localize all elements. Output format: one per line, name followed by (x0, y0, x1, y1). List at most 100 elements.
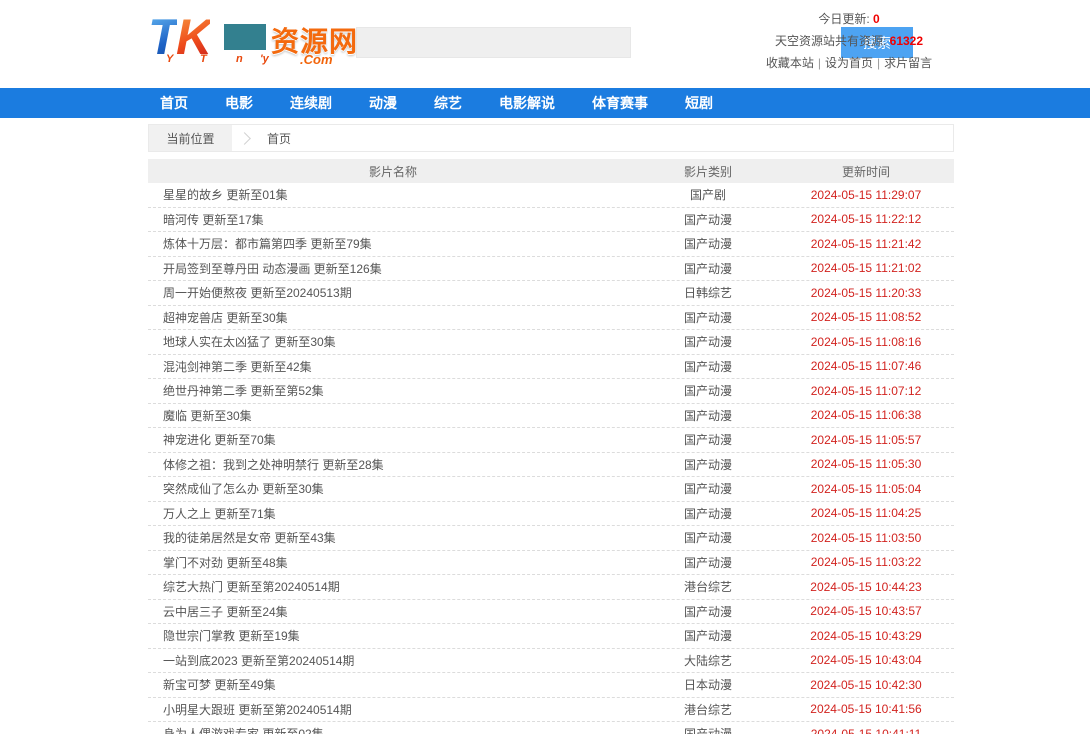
table-row[interactable]: 掌门不对劲 更新至48集 国产动漫 2024-05-15 11:03:22 (148, 551, 954, 576)
logo-teal-block (224, 24, 266, 50)
row-category: 国产动漫 (638, 603, 778, 620)
row-title[interactable]: 综艺大热门 更新至第20240514期 (148, 578, 638, 595)
today-update-line: 今日更新: 0 (744, 8, 954, 30)
nav-item[interactable]: 综艺 (434, 93, 462, 113)
table-row[interactable]: 云中居三子 更新至24集 国产动漫 2024-05-15 10:43:57 (148, 600, 954, 625)
row-update-time: 2024-05-15 11:03:22 (778, 555, 954, 569)
column-header-category: 影片类别 (638, 163, 778, 180)
table-row[interactable]: 我的徒弟居然是女帝 更新至43集 国产动漫 2024-05-15 11:03:5… (148, 526, 954, 551)
table-row[interactable]: 身为人偶游戏专家 更新至02集 国产动漫 2024-05-15 10:41:11 (148, 722, 954, 734)
row-category: 国产动漫 (638, 554, 778, 571)
row-category: 国产动漫 (638, 358, 778, 375)
row-title[interactable]: 周一开始便熬夜 更新至20240513期 (148, 284, 638, 301)
row-title[interactable]: 混沌剑神第二季 更新至42集 (148, 358, 638, 375)
table-row[interactable]: 开局签到至尊丹田 动态漫画 更新至126集 国产动漫 2024-05-15 11… (148, 257, 954, 282)
row-title[interactable]: 掌门不对劲 更新至48集 (148, 554, 638, 571)
site-stats: 今日更新: 0 天空资源站共有资源: 61322 收藏本站|设为首页|求片留言 (744, 8, 954, 74)
row-category: 国产动漫 (638, 211, 778, 228)
table-row[interactable]: 魔临 更新至30集 国产动漫 2024-05-15 11:06:38 (148, 404, 954, 429)
table-row[interactable]: 炼体十万层：都市篇第四季 更新至79集 国产动漫 2024-05-15 11:2… (148, 232, 954, 257)
row-title[interactable]: 开局签到至尊丹田 动态漫画 更新至126集 (148, 260, 638, 277)
nav-item[interactable]: 首页 (160, 93, 188, 113)
table-row[interactable]: 新宝可梦 更新至49集 日本动漫 2024-05-15 10:42:30 (148, 673, 954, 698)
table-row[interactable]: 星星的故乡 更新至01集 国产剧 2024-05-15 11:29:07 (148, 183, 954, 208)
row-update-time: 2024-05-15 11:08:16 (778, 335, 954, 349)
table-row[interactable]: 一站到底2023 更新至第20240514期 大陆综艺 2024-05-15 1… (148, 649, 954, 674)
table-row[interactable]: 突然成仙了怎么办 更新至30集 国产动漫 2024-05-15 11:05:04 (148, 477, 954, 502)
table-body: 星星的故乡 更新至01集 国产剧 2024-05-15 11:29:07 暗河传… (148, 183, 954, 734)
nav-item[interactable]: 电影 (225, 93, 253, 113)
table-row[interactable]: 绝世丹神第二季 更新至第52集 国产动漫 2024-05-15 11:07:12 (148, 379, 954, 404)
nav-item[interactable]: 体育赛事 (592, 93, 648, 113)
row-update-time: 2024-05-15 11:04:25 (778, 506, 954, 520)
favorite-site-link[interactable]: 收藏本站 (766, 56, 814, 70)
row-title[interactable]: 一站到底2023 更新至第20240514期 (148, 652, 638, 669)
row-title[interactable]: 新宝可梦 更新至49集 (148, 676, 638, 693)
table-row[interactable]: 周一开始便熬夜 更新至20240513期 日韩综艺 2024-05-15 11:… (148, 281, 954, 306)
row-title[interactable]: 绝世丹神第二季 更新至第52集 (148, 382, 638, 399)
table-row[interactable]: 地球人实在太凶猛了 更新至30集 国产动漫 2024-05-15 11:08:1… (148, 330, 954, 355)
row-title[interactable]: 星星的故乡 更新至01集 (148, 186, 638, 203)
row-title[interactable]: 万人之上 更新至71集 (148, 505, 638, 522)
table-header: 影片名称 影片类别 更新时间 (148, 159, 954, 183)
logo-fragment: n (236, 53, 243, 65)
row-title[interactable]: 身为人偶游戏专家 更新至02集 (148, 725, 638, 734)
link-separator: | (877, 56, 880, 70)
row-category: 国产动漫 (638, 725, 778, 734)
row-category: 港台综艺 (638, 701, 778, 718)
row-update-time: 2024-05-15 11:05:57 (778, 433, 954, 447)
row-title[interactable]: 云中居三子 更新至24集 (148, 603, 638, 620)
row-title[interactable]: 我的徒弟居然是女帝 更新至43集 (148, 529, 638, 546)
chevron-right-icon (238, 132, 251, 145)
row-update-time: 2024-05-15 11:21:02 (778, 261, 954, 275)
row-update-time: 2024-05-15 11:08:52 (778, 310, 954, 324)
row-title[interactable]: 体修之祖：我到之处神明禁行 更新至28集 (148, 456, 638, 473)
table-row[interactable]: 小明星大跟班 更新至第20240514期 港台综艺 2024-05-15 10:… (148, 698, 954, 723)
table-row[interactable]: 混沌剑神第二季 更新至42集 国产动漫 2024-05-15 11:07:46 (148, 355, 954, 380)
row-update-time: 2024-05-15 10:43:29 (778, 629, 954, 643)
row-category: 国产动漫 (638, 407, 778, 424)
row-title[interactable]: 隐世宗门掌教 更新至19集 (148, 627, 638, 644)
row-category: 国产动漫 (638, 333, 778, 350)
row-title[interactable]: 突然成仙了怎么办 更新至30集 (148, 480, 638, 497)
table-row[interactable]: 综艺大热门 更新至第20240514期 港台综艺 2024-05-15 10:4… (148, 575, 954, 600)
table-row[interactable]: 超神宠兽店 更新至30集 国产动漫 2024-05-15 11:08:52 (148, 306, 954, 331)
site-logo[interactable]: T K 资源网 .Com Y T n 'y (148, 6, 363, 68)
row-update-time: 2024-05-15 11:05:30 (778, 457, 954, 471)
row-title[interactable]: 超神宠兽店 更新至30集 (148, 309, 638, 326)
breadcrumb: 当前位置 首页 (148, 124, 954, 152)
row-title[interactable]: 小明星大跟班 更新至第20240514期 (148, 701, 638, 718)
breadcrumb-current-home[interactable]: 首页 (267, 130, 291, 147)
row-category: 国产动漫 (638, 529, 778, 546)
row-update-time: 2024-05-15 11:20:33 (778, 286, 954, 300)
row-category: 国产动漫 (638, 235, 778, 252)
row-title[interactable]: 炼体十万层：都市篇第四季 更新至79集 (148, 235, 638, 252)
set-homepage-link[interactable]: 设为首页 (825, 56, 873, 70)
row-update-time: 2024-05-15 11:07:46 (778, 359, 954, 373)
nav-item[interactable]: 动漫 (369, 93, 397, 113)
nav-item[interactable]: 短剧 (685, 93, 713, 113)
nav-item[interactable]: 连续剧 (290, 93, 332, 113)
column-header-name: 影片名称 (148, 163, 638, 180)
site-header: T K 资源网 .Com Y T n 'y 搜索 今日更新: 0 天空资源站共 (0, 0, 1090, 88)
total-resources-line: 天空资源站共有资源: 61322 (744, 30, 954, 52)
request-movie-link[interactable]: 求片留言 (884, 56, 932, 70)
row-update-time: 2024-05-15 11:06:38 (778, 408, 954, 422)
table-row[interactable]: 隐世宗门掌教 更新至19集 国产动漫 2024-05-15 10:43:29 (148, 624, 954, 649)
row-title[interactable]: 魔临 更新至30集 (148, 407, 638, 424)
table-row[interactable]: 神宠进化 更新至70集 国产动漫 2024-05-15 11:05:57 (148, 428, 954, 453)
row-title[interactable]: 神宠进化 更新至70集 (148, 431, 638, 448)
row-title[interactable]: 暗河传 更新至17集 (148, 211, 638, 228)
row-update-time: 2024-05-15 10:41:11 (778, 727, 954, 734)
row-category: 国产动漫 (638, 456, 778, 473)
row-update-time: 2024-05-15 10:43:57 (778, 604, 954, 618)
row-category: 国产动漫 (638, 309, 778, 326)
search-input[interactable] (356, 27, 631, 58)
table-row[interactable]: 体修之祖：我到之处神明禁行 更新至28集 国产动漫 2024-05-15 11:… (148, 453, 954, 478)
row-update-time: 2024-05-15 10:43:04 (778, 653, 954, 667)
nav-items: 首页 电影 连续剧 动漫 综艺 电影解说 体育赛事 短剧 (148, 88, 954, 118)
table-row[interactable]: 万人之上 更新至71集 国产动漫 2024-05-15 11:04:25 (148, 502, 954, 527)
table-row[interactable]: 暗河传 更新至17集 国产动漫 2024-05-15 11:22:12 (148, 208, 954, 233)
nav-item[interactable]: 电影解说 (499, 93, 555, 113)
row-title[interactable]: 地球人实在太凶猛了 更新至30集 (148, 333, 638, 350)
